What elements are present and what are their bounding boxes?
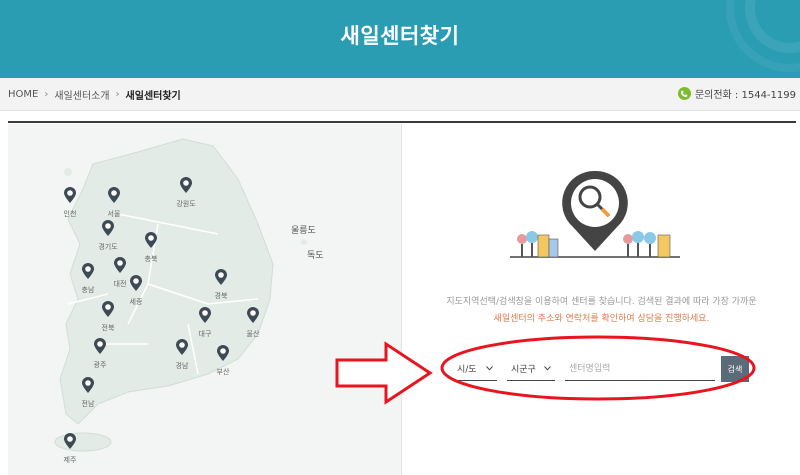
map-pin-icon <box>217 345 229 361</box>
map-pin-icon <box>199 307 211 323</box>
map-marker-label: 서울 <box>107 210 121 218</box>
map-marker-busan[interactable]: 부산 <box>203 344 243 377</box>
map-pin-icon <box>180 177 192 193</box>
contact-phone: 문의전화 : 1544-1199 <box>677 86 796 101</box>
map-label-ulleungdo: 울릉도 <box>291 226 316 236</box>
guide-text-highlight: 새일센터의 주소와 연락처를 확인하여 상담을 진행하세요. <box>493 314 710 324</box>
map-marker-gyeongbuk[interactable]: 경북 <box>201 268 241 301</box>
guide-text: 지도지역선택/검색창을 이용하여 센터를 찾습니다. 검색된 결과에 따라 가장… <box>446 297 757 307</box>
map-marker-label: 광주 <box>93 361 107 369</box>
search-illustration <box>510 170 680 258</box>
breadcrumb-home[interactable]: HOME <box>8 89 38 100</box>
map-marker-label: 전북 <box>101 324 115 332</box>
map-pin-icon <box>145 232 157 248</box>
map-marker-label: 전남 <box>81 400 95 408</box>
annotation-arrow <box>335 341 433 405</box>
map-marker-daegu[interactable]: 대구 <box>185 306 225 339</box>
content-divider <box>8 121 796 123</box>
map-pin-icon <box>108 187 120 203</box>
map-pin-icon <box>64 187 76 203</box>
map-pin-icon <box>114 257 126 273</box>
map-pin-icon <box>176 339 188 355</box>
map-pin-icon <box>82 263 94 279</box>
map-marker-gangwon[interactable]: 강원도 <box>166 176 206 209</box>
map-marker-label: 강원도 <box>176 200 196 208</box>
phone-icon <box>677 87 691 100</box>
map-marker-label: 경남 <box>175 362 189 370</box>
map-marker-gwangju[interactable]: 광주 <box>80 337 120 370</box>
map-pin-icon <box>247 307 259 323</box>
chevron-right-icon: › <box>44 89 49 100</box>
map-pin-icon <box>102 220 114 236</box>
region-map: 울릉도 독도 인천 서울 경기도 강원도 충북 충남 대전 세종 경북 전북 대구 울산 광주 경남 부산 전… <box>8 124 402 475</box>
map-marker-label: 경기도 <box>98 243 118 251</box>
map-marker-label: 제주 <box>63 456 77 464</box>
map-marker-jeonnam[interactable]: 전남 <box>68 376 108 409</box>
map-pin-icon <box>130 275 142 291</box>
map-label-dokdo: 독도 <box>307 251 324 261</box>
breadcrumb-current: 새일센터찾기 <box>125 91 181 102</box>
map-pin-icon <box>82 377 94 393</box>
map-marker-gyeonggi[interactable]: 경기도 <box>88 219 128 252</box>
map-pin-icon <box>102 301 114 317</box>
map-marker-label: 인천 <box>63 210 77 218</box>
map-marker-jeju[interactable]: 제주 <box>50 432 90 465</box>
map-marker-ulsan[interactable]: 울산 <box>233 306 273 339</box>
map-marker-seoul[interactable]: 서울 <box>94 186 134 219</box>
contact-phone-label: 문의전화 : 1544-1199 <box>694 90 796 101</box>
map-pin-icon <box>215 269 227 285</box>
map-pin-icon <box>64 433 76 449</box>
chevron-right-icon: › <box>115 89 120 100</box>
breadcrumb-section[interactable]: 새일센터소개 <box>54 87 109 102</box>
map-marker-jeonbuk[interactable]: 전북 <box>88 300 128 333</box>
map-pin-icon <box>94 338 106 354</box>
map-marker-gyeongnam[interactable]: 경남 <box>162 338 202 371</box>
breadcrumb-bar: HOME › 새일센터소개 › 새일센터찾기 문의전화 : 1544-1199 <box>0 78 800 111</box>
page-banner: 새일센터찾기 <box>0 0 800 78</box>
annotation-highlight-ellipse <box>440 335 756 401</box>
search-panel: 지도지역선택/검색창을 이용하여 센터를 찾습니다. 검색된 결과에 따라 가장… <box>403 124 800 475</box>
map-marker-label: 부산 <box>216 368 230 376</box>
map-marker-label: 울산 <box>246 330 260 338</box>
map-marker-label: 경북 <box>214 292 228 300</box>
breadcrumb: HOME › 새일센터소개 › 새일센터찾기 <box>8 87 181 102</box>
page-title: 새일센터찾기 <box>340 24 460 48</box>
map-marker-incheon[interactable]: 인천 <box>50 186 90 219</box>
